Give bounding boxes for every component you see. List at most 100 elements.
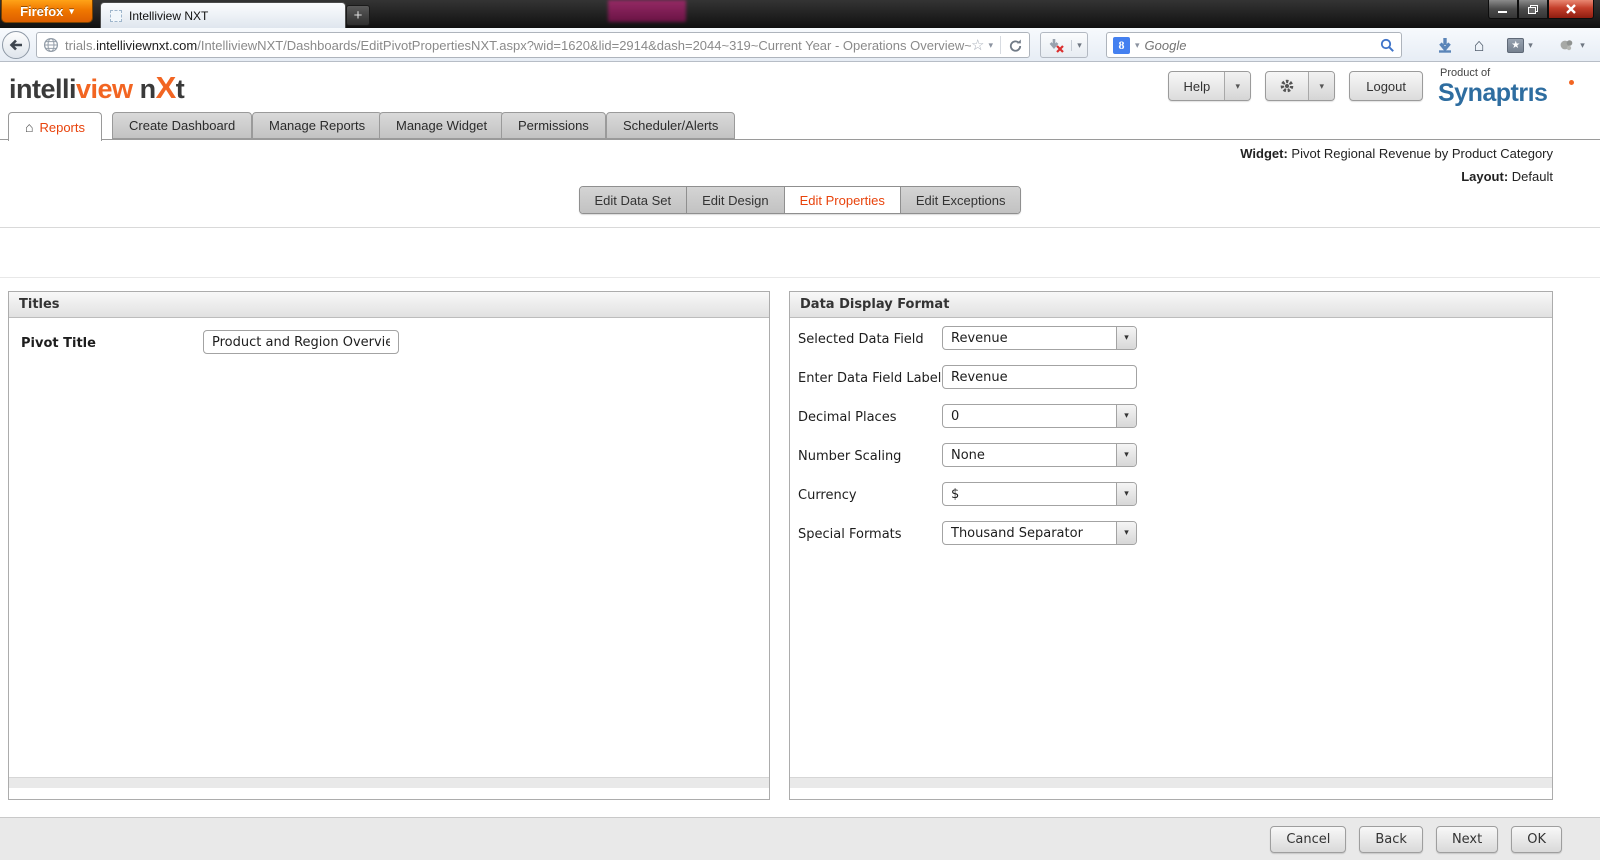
minimize-icon [1498, 10, 1507, 13]
subtab-edit-exceptions[interactable]: Edit Exceptions [900, 187, 1021, 213]
pivot-title-input[interactable] [203, 330, 399, 354]
tab-manage-widget[interactable]: Manage Widget [379, 112, 505, 139]
layout-value: Default [1511, 169, 1553, 184]
browser-window: Firefox ▾ Intelliview NXT + trials.intel… [0, 0, 1600, 860]
decimal-places-label: Decimal Places [798, 410, 897, 425]
tab-strip-border [0, 139, 1600, 140]
settings-dropdown-button[interactable]: ▾ [1308, 72, 1335, 100]
tab-label: Reports [39, 119, 85, 135]
data-display-format-panel: Data Display Format Selected Data Field … [789, 291, 1553, 800]
dropdown-arrow-icon[interactable]: ▾ [1116, 483, 1136, 505]
back-arrow-icon [9, 39, 22, 51]
number-scaling-select[interactable]: None ▾ [942, 443, 1137, 467]
edit-step-group: Edit Data Set Edit Design Edit Propertie… [578, 186, 1022, 214]
new-tab-button[interactable]: + [346, 5, 370, 26]
widget-label: Widget: [1240, 146, 1288, 161]
number-scaling-label: Number Scaling [798, 449, 902, 464]
downloads-button[interactable] [1432, 33, 1458, 57]
url-bar[interactable]: trials.intelliviewnxt.com/IntelliviewNXT… [36, 32, 1030, 58]
search-magnifier-icon[interactable] [1380, 38, 1395, 53]
decimal-places-select[interactable]: 0 ▾ [942, 404, 1137, 428]
next-button[interactable]: Next [1435, 825, 1499, 853]
widget-context-line: Widget: Pivot Regional Revenue by Produc… [1240, 146, 1553, 161]
window-controls [1488, 0, 1594, 19]
divider [1000, 36, 1001, 54]
synaptris-brand: Product of Synaptrıs [1438, 67, 1588, 108]
home-icon: ⌂ [25, 119, 34, 135]
titles-panel-header: Titles [9, 292, 769, 318]
tab-manage-reports[interactable]: Manage Reports [252, 112, 383, 139]
chevron-down-icon: ▾ [1071, 39, 1087, 51]
search-engine-dropdown-icon[interactable]: ▾ [1135, 40, 1140, 51]
home-icon: ⌂ [1473, 35, 1485, 55]
edit-step-tabs: Edit Data Set Edit Design Edit Propertie… [0, 186, 1600, 214]
bookmark-star-icon[interactable]: ☆ [971, 36, 984, 54]
special-formats-select[interactable]: Thousand Separator ▾ [942, 521, 1137, 545]
tab-reports[interactable]: ⌂ Reports [8, 112, 102, 141]
addon-button[interactable]: ▾ [1550, 33, 1594, 57]
panel-footer-strip [790, 777, 1552, 788]
help-button[interactable]: Help [1169, 72, 1224, 100]
special-formats-label: Special Formats [798, 527, 902, 542]
search-bar[interactable]: 8 ▾ [1106, 32, 1402, 58]
tab-label: Scheduler/Alerts [623, 118, 719, 133]
currency-select[interactable]: $ ▾ [942, 482, 1137, 506]
subtab-edit-data-set[interactable]: Edit Data Set [579, 187, 688, 213]
blocked-download-button[interactable]: ▾ [1040, 32, 1088, 58]
reload-icon[interactable] [1008, 38, 1023, 53]
minimize-button[interactable] [1488, 0, 1518, 19]
back-button-footer[interactable]: Back [1359, 825, 1423, 853]
selected-data-field-select[interactable]: Revenue ▾ [942, 326, 1137, 350]
tab-scheduler-alerts[interactable]: Scheduler/Alerts [606, 112, 736, 139]
search-input[interactable] [1144, 37, 1375, 53]
divider [0, 227, 1600, 228]
special-formats-value: Thousand Separator [951, 525, 1083, 541]
tab-permissions[interactable]: Permissions [501, 112, 606, 139]
help-dropdown-button[interactable]: ▾ [1224, 72, 1251, 100]
settings-gear-button[interactable] [1266, 72, 1308, 100]
footer-action-bar: Cancel Back Next OK [0, 817, 1600, 860]
browser-tab[interactable]: Intelliview NXT [100, 2, 346, 28]
cancel-button[interactable]: Cancel [1270, 825, 1347, 853]
home-button[interactable]: ⌂ [1466, 33, 1492, 57]
back-button[interactable] [2, 31, 30, 59]
tab-label: Manage Reports [269, 118, 366, 133]
google-engine-icon[interactable]: 8 [1113, 36, 1130, 54]
divider [0, 277, 1600, 278]
window-titlebar: Firefox ▾ Intelliview NXT + [0, 0, 1600, 28]
settings-split-button: ▾ [1265, 71, 1336, 101]
firefox-menu-button[interactable]: Firefox ▾ [1, 0, 93, 23]
logout-button[interactable]: Logout [1349, 71, 1423, 101]
subtab-edit-design[interactable]: Edit Design [687, 187, 785, 213]
app-header: intelliview nXt Help ▾ ▾ Logout Product … [0, 62, 1600, 112]
selected-data-field-value: Revenue [951, 330, 1008, 346]
header-buttons: Help ▾ ▾ Logout [1168, 71, 1423, 101]
url-history-dropdown-icon[interactable]: ▾ [988, 40, 993, 51]
widget-value: Pivot Regional Revenue by Product Catego… [1291, 146, 1553, 161]
ok-button[interactable]: OK [1511, 825, 1562, 853]
restore-button[interactable] [1518, 0, 1548, 19]
layout-context-line: Layout: Default [1461, 169, 1553, 184]
restore-icon [1528, 4, 1538, 14]
bookmarks-panel-button[interactable]: ★ ▾ [1500, 33, 1540, 57]
dropdown-arrow-icon[interactable]: ▾ [1116, 327, 1136, 349]
url-text: trials.intelliviewnxt.com/IntelliviewNXT… [65, 37, 972, 53]
data-field-label-input[interactable] [942, 365, 1137, 389]
tab-label: Manage Widget [396, 118, 488, 133]
tab-create-dashboard[interactable]: Create Dashboard [112, 112, 253, 139]
background-window-artifact [608, 0, 686, 22]
main-tab-strip: ⌂ Reports Create Dashboard Manage Report… [0, 112, 1600, 141]
bookmarks-star-icon: ★ [1507, 37, 1525, 53]
download-blocked-icon [1049, 38, 1064, 53]
help-split-button: Help ▾ [1168, 71, 1252, 101]
subtab-edit-properties[interactable]: Edit Properties [784, 187, 901, 213]
dropdown-arrow-icon[interactable]: ▾ [1116, 405, 1136, 427]
close-button[interactable] [1548, 0, 1594, 19]
globe-icon [43, 37, 59, 53]
selected-data-field-label: Selected Data Field [798, 332, 924, 347]
dropdown-arrow-icon[interactable]: ▾ [1116, 522, 1136, 544]
downloads-arrow-icon [1439, 38, 1451, 53]
pivot-title-label: Pivot Title [21, 336, 96, 351]
dropdown-arrow-icon[interactable]: ▾ [1116, 444, 1136, 466]
intelliview-logo: intelliview nXt [9, 70, 185, 105]
